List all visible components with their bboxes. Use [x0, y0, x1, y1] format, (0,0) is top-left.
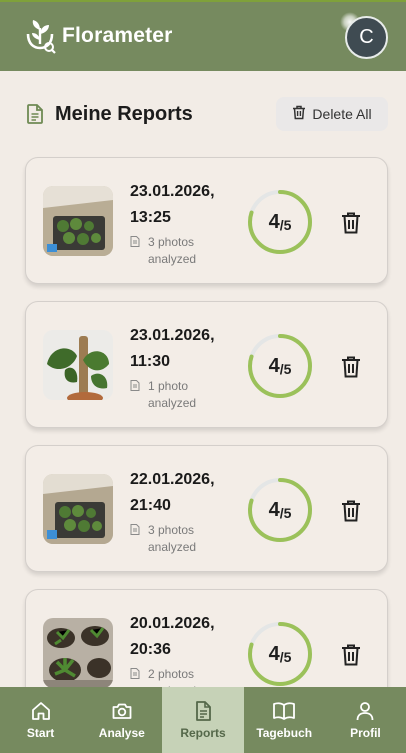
score-ring: 4/5 — [246, 620, 314, 688]
nav-start[interactable]: Start — [0, 687, 81, 753]
trash-icon — [292, 105, 306, 123]
user-icon — [357, 702, 374, 721]
report-date: 23.01.2026, 13:25 — [130, 183, 215, 226]
trash-icon — [342, 500, 360, 522]
report-date: 20.01.2026, 20:36 — [130, 615, 215, 658]
app-header: Florameter C — [0, 0, 406, 71]
trash-icon — [342, 356, 360, 378]
report-card[interactable]: 23.01.2026, 11:30 1 photo analyzed 4/5 — [25, 301, 388, 428]
report-card[interactable]: 23.01.2026, 13:25 3 photos analyzed 4/5 — [25, 157, 388, 284]
trash-icon — [342, 644, 360, 666]
delete-report-button[interactable] — [340, 211, 362, 235]
report-date: 22.01.2026, 21:40 — [130, 471, 215, 514]
delete-all-button[interactable]: Delete All — [276, 97, 388, 131]
avatar[interactable]: C — [345, 16, 388, 59]
nav-reports[interactable]: Reports — [162, 687, 244, 753]
nav-label: Start — [26, 726, 55, 740]
score-ring: 4/5 — [246, 476, 314, 544]
app-title: Florameter — [62, 24, 173, 47]
document-icon — [26, 104, 44, 129]
plants-tray-icon — [43, 186, 113, 256]
nav-label: Tagebuch — [256, 726, 313, 740]
app-root: Florameter C Meine Reports Delete All 23… — [0, 0, 406, 753]
report-list: 23.01.2026,13:25 3 photosanalyzed 4/5 — [25, 157, 388, 733]
report-date: 23.01.2026, 11:30 — [130, 327, 215, 370]
delete-report-button[interactable] — [340, 643, 362, 667]
home-icon — [31, 702, 50, 720]
plants-tray-icon — [43, 474, 113, 544]
nav-label: Reports — [180, 726, 226, 740]
trash-icon — [342, 212, 360, 234]
score-ring: 4/5 — [246, 332, 314, 400]
nav-label: Profil — [350, 726, 381, 740]
file-icon — [130, 522, 140, 556]
report-card[interactable]: 22.01.2026, 21:40 3 photos analyzed 4/5 — [25, 445, 388, 572]
delete-report-button[interactable] — [340, 499, 362, 523]
book-icon — [273, 702, 296, 720]
delete-all-label: Delete All — [312, 106, 372, 122]
nav-analyse[interactable]: Analyse — [81, 687, 162, 753]
report-meta: 1 photo analyzed — [130, 378, 228, 412]
document-icon — [196, 701, 211, 721]
nav-label: Analyse — [98, 726, 145, 740]
score-ring: 4/5 — [246, 188, 314, 256]
seedling-pots-icon — [43, 618, 113, 688]
camera-icon — [112, 703, 132, 719]
bottom-nav: Start Analyse Reports Tagebuch Profil — [0, 687, 406, 753]
monstera-icon — [43, 330, 113, 400]
report-meta: 3 photos analyzed — [130, 234, 228, 268]
reports-title-row: Meine Reports Delete All — [24, 97, 388, 133]
logo-icon — [22, 16, 58, 56]
delete-report-button[interactable] — [340, 355, 362, 379]
file-icon — [130, 378, 140, 412]
nav-profil[interactable]: Profil — [325, 687, 406, 753]
page-title: Meine Reports — [55, 103, 193, 125]
report-meta: 3 photos analyzed — [130, 522, 228, 556]
nav-tagebuch[interactable]: Tagebuch — [244, 687, 325, 753]
file-icon — [130, 234, 140, 268]
